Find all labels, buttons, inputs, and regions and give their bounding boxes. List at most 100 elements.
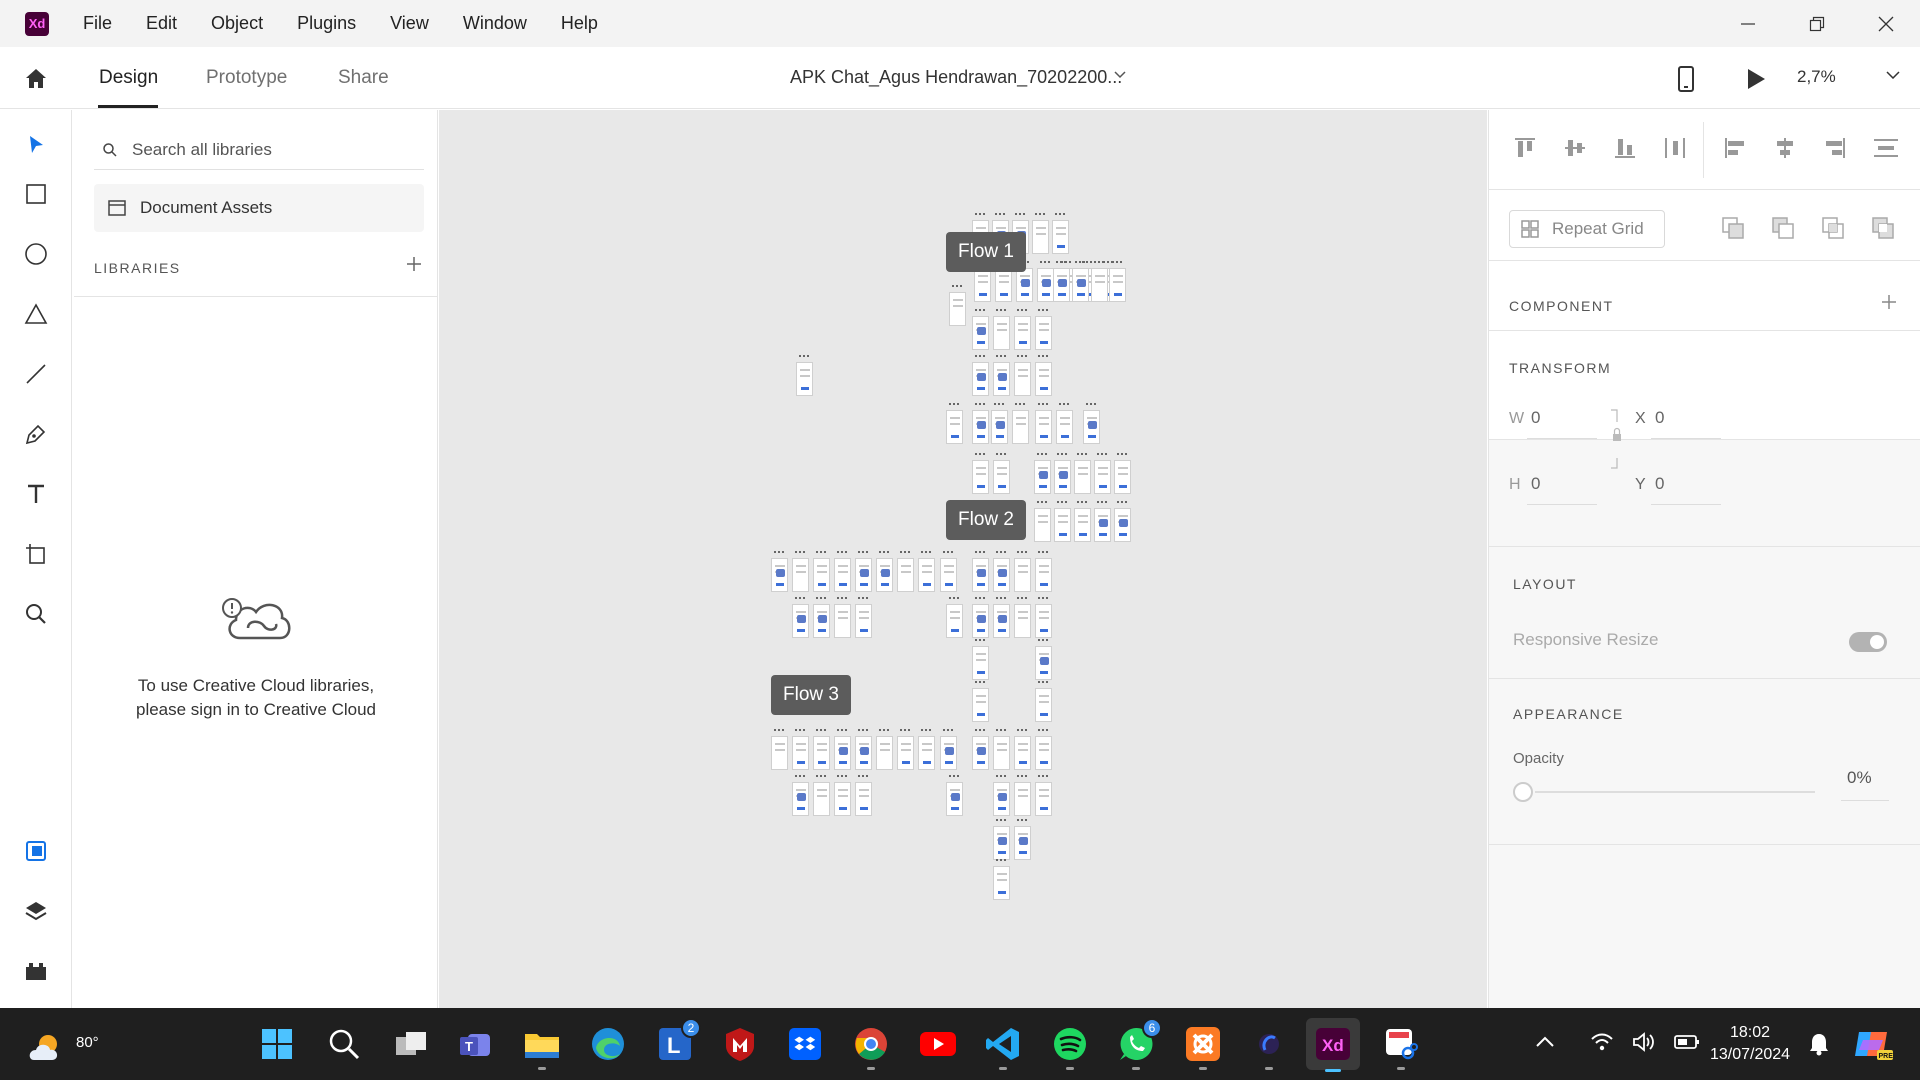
taskbar-edge[interactable] xyxy=(588,1024,628,1064)
artboard-thumbnail[interactable] xyxy=(993,859,1010,900)
y-field[interactable]: 0 xyxy=(1655,474,1664,494)
artboard-thumbnail[interactable] xyxy=(855,551,872,592)
menu-view[interactable]: View xyxy=(390,13,429,34)
library-search-input[interactable]: Search all libraries xyxy=(94,130,424,170)
opacity-slider-track[interactable] xyxy=(1535,791,1815,793)
artboard-thumbnail[interactable] xyxy=(1035,681,1052,722)
artboard-thumbnail[interactable] xyxy=(949,285,966,326)
artboard-thumbnail[interactable] xyxy=(1114,453,1131,494)
artboard-thumbnail[interactable] xyxy=(1034,501,1051,542)
artboard-thumbnail[interactable] xyxy=(1035,729,1052,770)
artboard-thumbnail[interactable] xyxy=(993,597,1010,638)
distribute-horizontal-icon[interactable] xyxy=(1663,136,1687,160)
artboard-thumbnail[interactable] xyxy=(1014,729,1031,770)
volume-icon[interactable] xyxy=(1632,1032,1656,1052)
artboard-thumbnail[interactable] xyxy=(918,551,935,592)
artboard-thumbnail[interactable] xyxy=(1091,261,1108,302)
align-center-icon[interactable] xyxy=(1773,136,1797,160)
artboard-thumbnail[interactable] xyxy=(1053,261,1070,302)
taskbar-file-explorer[interactable] xyxy=(522,1024,562,1070)
menu-help[interactable]: Help xyxy=(561,13,598,34)
artboard-thumbnail[interactable] xyxy=(972,597,989,638)
start-button[interactable] xyxy=(257,1024,297,1064)
weather-widget[interactable]: 80° xyxy=(28,1020,99,1068)
artboard-thumbnail[interactable] xyxy=(1052,213,1069,254)
zoom-level[interactable]: 2,7% xyxy=(1797,67,1836,87)
home-button[interactable] xyxy=(22,65,50,93)
artboard-thumbnail[interactable] xyxy=(834,551,851,592)
rectangle-tool[interactable] xyxy=(22,180,50,208)
notification-bell-icon[interactable] xyxy=(1808,1032,1830,1056)
artboard-thumbnail[interactable] xyxy=(834,597,851,638)
artboard-thumbnail[interactable] xyxy=(972,355,989,396)
taskbar-adobe-xd[interactable]: Xd xyxy=(1306,1018,1360,1072)
tab-design[interactable]: Design xyxy=(99,67,158,89)
artboard-tool[interactable] xyxy=(22,540,50,568)
artboard-thumbnail[interactable] xyxy=(834,729,851,770)
zoom-tool[interactable] xyxy=(22,600,50,628)
task-view-button[interactable] xyxy=(391,1024,431,1064)
device-preview-icon[interactable] xyxy=(1676,65,1696,93)
artboard-thumbnail[interactable] xyxy=(1056,403,1073,444)
wifi-icon[interactable] xyxy=(1590,1032,1614,1052)
opacity-slider-thumb[interactable] xyxy=(1513,782,1533,802)
artboard-thumbnail[interactable] xyxy=(813,551,830,592)
artboard-thumbnail[interactable] xyxy=(897,551,914,592)
artboard-thumbnail[interactable] xyxy=(771,551,788,592)
artboard-thumbnail[interactable] xyxy=(1035,403,1052,444)
artboard-thumbnail[interactable] xyxy=(1034,453,1051,494)
document-assets-item[interactable]: Document Assets xyxy=(94,184,424,232)
repeat-grid-button[interactable]: Repeat Grid xyxy=(1509,210,1665,248)
responsive-resize-toggle[interactable] xyxy=(1849,632,1887,652)
artboard-thumbnail[interactable] xyxy=(993,775,1010,816)
taskbar-mcafee[interactable] xyxy=(720,1024,760,1064)
artboard-thumbnail[interactable] xyxy=(855,775,872,816)
artboard-thumbnail[interactable] xyxy=(993,551,1010,592)
artboard-thumbnail[interactable] xyxy=(1083,403,1100,444)
align-top-icon[interactable] xyxy=(1513,136,1537,160)
artboard-thumbnail[interactable] xyxy=(1037,261,1054,302)
artboard-thumbnail[interactable] xyxy=(1035,551,1052,592)
artboard-thumbnail[interactable] xyxy=(918,729,935,770)
align-middle-icon[interactable] xyxy=(1563,136,1587,160)
artboard-thumbnail[interactable] xyxy=(1094,501,1111,542)
menu-plugins[interactable]: Plugins xyxy=(297,13,356,34)
artboard-thumbnail[interactable] xyxy=(1014,551,1031,592)
flow-2-label[interactable]: Flow 2 xyxy=(946,500,1026,540)
layers-panel-toggle[interactable] xyxy=(22,897,50,925)
menu-file[interactable]: File xyxy=(83,13,112,34)
menu-window[interactable]: Window xyxy=(463,13,527,34)
artboard-thumbnail[interactable] xyxy=(974,261,991,302)
taskbar-youtube[interactable] xyxy=(918,1024,958,1064)
document-title[interactable]: APK Chat_Agus Hendrawan_70202200... xyxy=(790,67,1122,88)
artboard-thumbnail[interactable] xyxy=(940,551,957,592)
artboard-thumbnail[interactable] xyxy=(1094,453,1111,494)
copilot-icon[interactable]: PRE xyxy=(1853,1026,1893,1062)
align-left-icon[interactable] xyxy=(1723,136,1747,160)
artboard-thumbnail[interactable] xyxy=(1014,597,1031,638)
artboard-thumbnail[interactable] xyxy=(1014,819,1031,860)
taskbar-chrome[interactable] xyxy=(851,1024,891,1070)
polygon-tool[interactable] xyxy=(22,300,50,328)
artboard-thumbnail[interactable] xyxy=(972,681,989,722)
subtract-boolean-icon[interactable] xyxy=(1771,216,1795,240)
artboard-thumbnail[interactable] xyxy=(771,729,788,770)
artboard-thumbnail[interactable] xyxy=(792,551,809,592)
text-tool[interactable] xyxy=(22,480,50,508)
plugins-panel-toggle[interactable] xyxy=(22,957,50,985)
artboard-thumbnail[interactable] xyxy=(876,551,893,592)
chevron-down-icon[interactable] xyxy=(1886,71,1900,79)
artboard-thumbnail[interactable] xyxy=(995,261,1012,302)
distribute-vertical-icon[interactable] xyxy=(1873,136,1899,160)
x-field[interactable]: 0 xyxy=(1655,408,1664,428)
taskbar-xampp[interactable] xyxy=(1183,1024,1223,1070)
play-preview-icon[interactable] xyxy=(1745,67,1767,91)
add-boolean-icon[interactable] xyxy=(1721,216,1745,240)
artboard-thumbnail[interactable] xyxy=(813,597,830,638)
artboard-thumbnail[interactable] xyxy=(1035,597,1052,638)
artboard-thumbnail[interactable] xyxy=(1035,775,1052,816)
taskbar-eclipse[interactable] xyxy=(1249,1024,1289,1070)
taskbar-spotify[interactable] xyxy=(1050,1024,1090,1070)
menu-object[interactable]: Object xyxy=(211,13,263,34)
artboard-thumbnail[interactable] xyxy=(1035,355,1052,396)
